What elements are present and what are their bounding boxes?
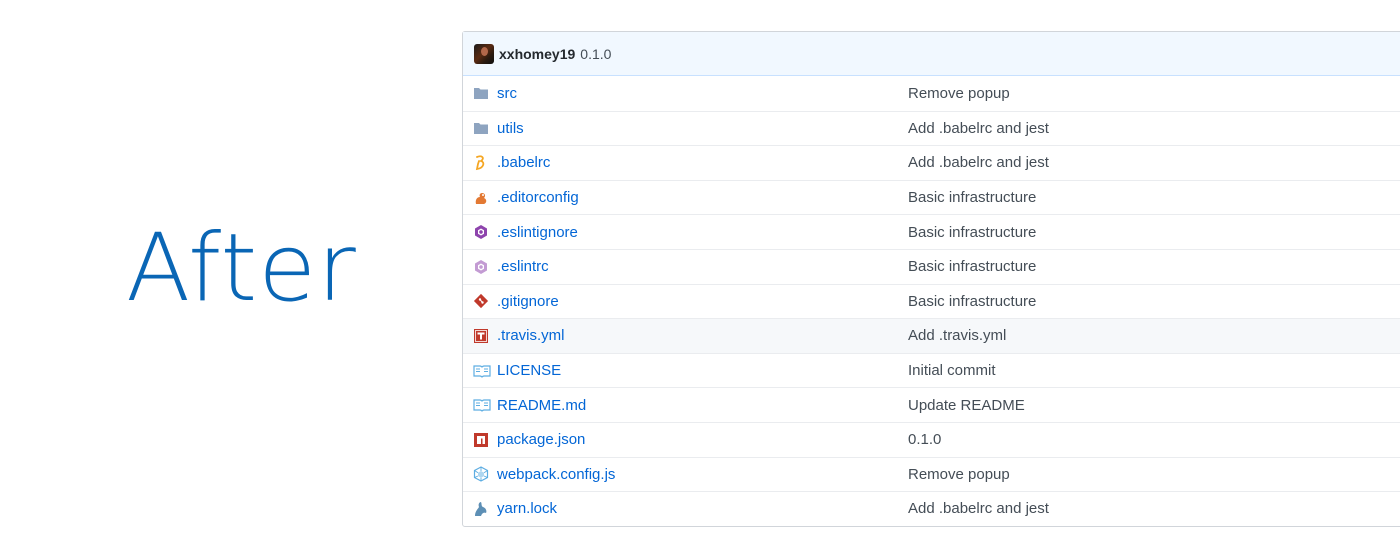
file-name-link[interactable]: src (497, 85, 908, 102)
file-name-link[interactable]: .gitignore (497, 293, 908, 310)
folder-icon (463, 86, 497, 100)
file-name-link[interactable]: webpack.config.js (497, 466, 908, 483)
babel-icon (463, 155, 497, 171)
file-row[interactable]: .gitignore Basic infrastructure (463, 283, 1400, 319)
file-row[interactable]: .eslintrc Basic infrastructure (463, 248, 1400, 284)
file-name-link[interactable]: .eslintignore (497, 224, 908, 241)
file-name-link[interactable]: package.json (497, 431, 908, 448)
file-name-link[interactable]: .babelrc (497, 154, 908, 171)
commit-message-link[interactable]: Basic infrastructure (908, 189, 1036, 206)
commit-message-link[interactable]: Add .babelrc and jest (908, 154, 1049, 171)
file-row[interactable]: README.md Update README (463, 387, 1400, 422)
stage: After xxhomey19 0.1.0 src Remove popup uti… (0, 0, 1400, 560)
editorconfig-icon (463, 190, 497, 206)
page-title: After (126, 214, 357, 323)
file-name-link[interactable]: utils (497, 120, 908, 137)
file-table: xxhomey19 0.1.0 src Remove popup utils Add … (462, 31, 1400, 527)
commit-message-link[interactable]: Update README (908, 397, 1025, 414)
avatar[interactable] (474, 43, 494, 64)
commit-message-link[interactable]: Basic infrastructure (908, 293, 1036, 310)
webpack-icon (463, 466, 497, 483)
file-row[interactable]: yarn.lock Add .babelrc and jest (463, 491, 1400, 526)
file-row[interactable]: .editorconfig Basic infrastructure (463, 179, 1400, 215)
commit-message-link[interactable]: Add .babelrc and jest (908, 500, 1049, 517)
commit-message-link[interactable]: Basic infrastructure (908, 224, 1036, 241)
commit-message-link[interactable]: Add .babelrc and jest (908, 120, 1049, 137)
file-row[interactable]: LICENSE Initial commit (463, 352, 1400, 388)
file-row[interactable]: src Remove popup (463, 76, 1400, 111)
file-row[interactable]: .babelrc Add .babelrc and jest (463, 145, 1400, 180)
file-name-link[interactable]: .editorconfig (497, 189, 908, 206)
commit-message-link[interactable]: Add .travis.yml (908, 327, 1006, 344)
yarn-icon (463, 501, 497, 517)
commit-bar: xxhomey19 0.1.0 (463, 32, 1400, 76)
commit-message-link[interactable]: Basic infrastructure (908, 258, 1036, 275)
book-icon (463, 364, 497, 378)
file-row[interactable]: .travis.yml Add .travis.yml (463, 318, 1400, 353)
commit-message-link[interactable]: 0.1.0 (908, 431, 941, 448)
file-row[interactable]: .eslintignore Basic infrastructure (463, 214, 1400, 249)
file-name-link[interactable]: README.md (497, 397, 908, 414)
commit-message-link[interactable]: Initial commit (908, 362, 996, 379)
file-row[interactable]: package.json 0.1.0 (463, 421, 1400, 457)
file-name-link[interactable]: LICENSE (497, 362, 908, 379)
commit-message[interactable]: 0.1.0 (580, 46, 611, 62)
file-name-link[interactable]: yarn.lock (497, 500, 908, 517)
commit-user[interactable]: xxhomey19 (499, 46, 575, 62)
commit-message-link[interactable]: Remove popup (908, 85, 1010, 102)
file-name-link[interactable]: .eslintrc (497, 258, 908, 275)
eslint-icon (463, 259, 497, 275)
eslint-icon (463, 224, 497, 240)
file-list: src Remove popup utils Add .babelrc and jes… (463, 76, 1400, 526)
file-row[interactable]: utils Add .babelrc and jest (463, 110, 1400, 146)
commit-message-link[interactable]: Remove popup (908, 466, 1010, 483)
travis-icon (463, 328, 497, 344)
folder-icon (463, 121, 497, 135)
file-name-link[interactable]: .travis.yml (497, 327, 908, 344)
npm-icon (463, 432, 497, 448)
git-icon (463, 293, 497, 309)
file-row[interactable]: webpack.config.js Remove popup (463, 456, 1400, 492)
book-icon (463, 398, 497, 412)
